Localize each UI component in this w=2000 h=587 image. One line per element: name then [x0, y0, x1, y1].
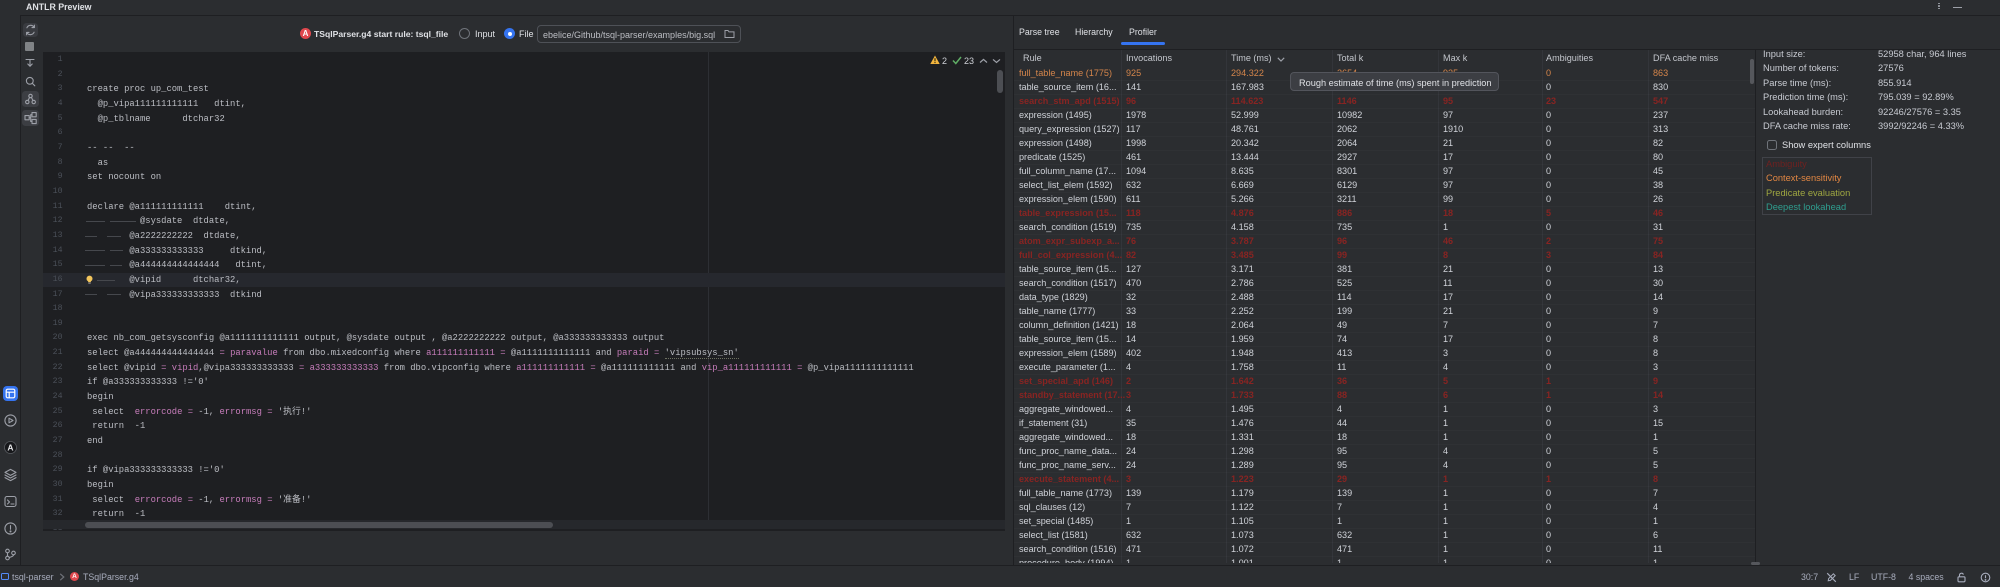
svg-text:A: A: [7, 443, 13, 453]
